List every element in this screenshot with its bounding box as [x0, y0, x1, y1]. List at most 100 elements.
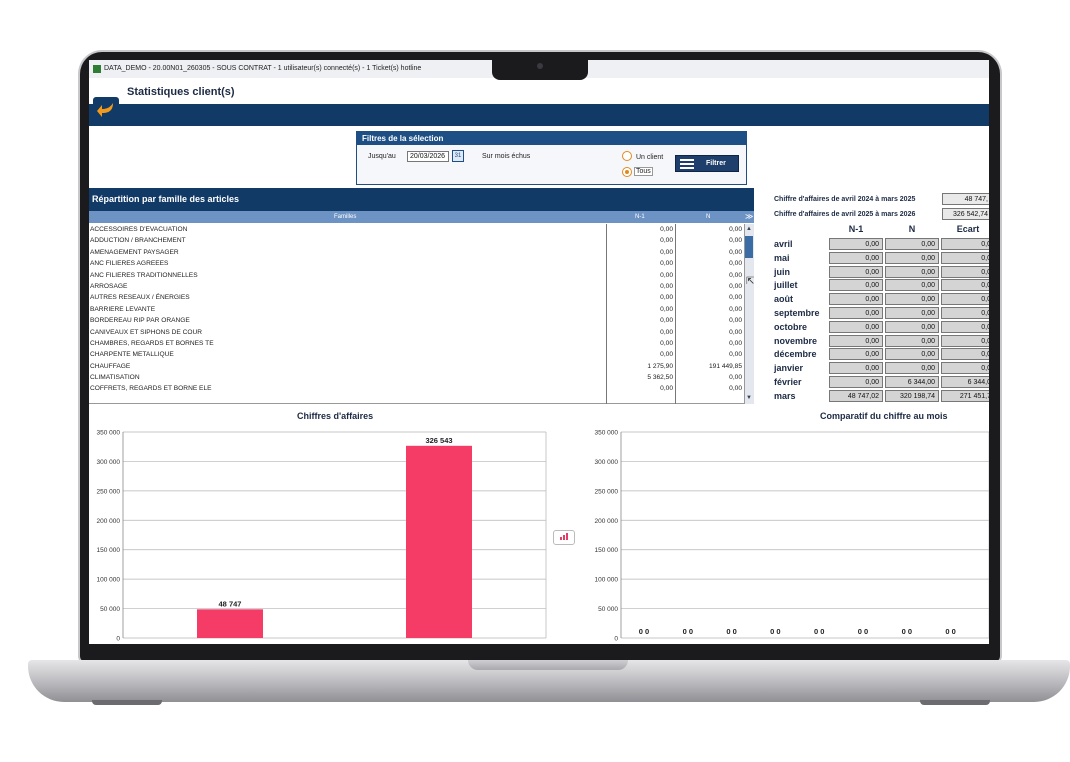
- table-row[interactable]: AUTRES RESEAUX / ÉNERGIES 0,00 0,00: [89, 292, 744, 303]
- family-cur-value: 0,00: [729, 351, 742, 359]
- y-tick-label: 100 000: [97, 577, 121, 584]
- back-button[interactable]: [93, 97, 119, 123]
- y-tick-label: 150 000: [595, 547, 619, 554]
- month-gap-value: 0,0: [941, 362, 989, 375]
- family-cur-value: 0,00: [729, 374, 742, 382]
- month-gap-value: 0,0: [941, 251, 989, 264]
- months-label: Sur mois échus: [482, 153, 531, 160]
- families-title: Répartition par famille des articles: [89, 188, 754, 211]
- revenue-cur-label: Chiffre d'affaires de avril 2025 à mars …: [774, 211, 916, 218]
- col-prev[interactable]: N-1: [635, 214, 645, 220]
- family-prev-value: 0,00: [660, 248, 673, 256]
- table-row[interactable]: ANC FILIERES AGREEES 0,00 0,00: [89, 258, 744, 269]
- table-row[interactable]: CLIMATISATION 5 362,50 0,00: [89, 372, 744, 383]
- table-row[interactable]: COFFRETS, REGARDS ET BORNE ELE 0,00 0,00: [89, 383, 744, 394]
- radio-one-client[interactable]: [622, 151, 632, 161]
- table-row[interactable]: ACCESSOIRES D'EVACUATION 0,00 0,00: [89, 224, 744, 235]
- month-gap-value: 0,0: [941, 334, 989, 347]
- back-arrow-icon: [97, 103, 113, 117]
- scroll-up-icon[interactable]: ▲: [745, 225, 753, 234]
- month-cur-value: 0,00: [885, 251, 939, 264]
- month-gap-value: 0,0: [941, 279, 989, 292]
- revenue-prev-label: Chiffre d'affaires de avril 2024 à mars …: [774, 196, 916, 203]
- col-cur[interactable]: N: [706, 214, 710, 220]
- month-prev-value: 0,00: [829, 320, 883, 333]
- app-screen: DATA_DEMO - 20.00N01_260305 - SOUS CONTR…: [89, 60, 989, 644]
- filters-panel: Filtres de la sélection Jusqu'au 20/03/2…: [356, 131, 747, 185]
- family-name: CANIVEAUX ET SIPHONS DE COUR: [90, 328, 202, 336]
- month-prev-value: 0,00: [829, 348, 883, 361]
- bar-data-label: 48 747: [219, 599, 242, 608]
- family-prev-value: 0,00: [660, 282, 673, 290]
- family-name: CHARPENTE METALLIQUE: [90, 351, 174, 359]
- laptop-foot-left: [92, 700, 162, 705]
- month-gap-value: 0,0: [941, 265, 989, 278]
- camera-notch: [492, 58, 588, 80]
- table-row[interactable]: AMENAGEMENT PAYSAGER 0,00 0,00: [89, 247, 744, 258]
- page-header: Statistiques client(s): [89, 78, 989, 104]
- filter-button[interactable]: Filtrer: [675, 155, 739, 172]
- collapse-icon[interactable]: ≫: [745, 212, 753, 221]
- y-tick-label: 50 000: [100, 606, 120, 613]
- month-cur-value: 0,00: [885, 362, 939, 375]
- scroll-down-icon[interactable]: ▼: [745, 394, 753, 403]
- table-row[interactable]: CHARPENTE METALLIQUE 0,00 0,00: [89, 349, 744, 360]
- month-label: décembre: [774, 349, 817, 360]
- month-cur-value: 0,00: [885, 238, 939, 250]
- family-cur-value: 191 449,85: [708, 362, 742, 370]
- table-row[interactable]: BARRIERE LEVANTE 0,00 0,00: [89, 304, 744, 315]
- family-cur-value: 0,00: [729, 271, 742, 279]
- family-prev-value: 0,00: [660, 226, 673, 233]
- table-row[interactable]: CHAUFFAGE 1 275,90 191 449,85: [89, 361, 744, 372]
- month-prev-value: 0,00: [829, 376, 883, 388]
- month-prev-value: 0,00: [829, 334, 883, 347]
- family-name: ARROSAGE: [90, 282, 128, 290]
- month-cur-value: 6 344,00: [885, 376, 939, 388]
- month-label: octobre: [774, 321, 808, 332]
- table-row[interactable]: CHAMBRES, REGARDS ET BORNES TE 0,00 0,00: [89, 338, 744, 349]
- bar-data-label: 0 0: [770, 627, 780, 636]
- month-gap-value: 0,0: [941, 348, 989, 361]
- month-gap-value: 0,0: [941, 307, 989, 319]
- calendar-icon[interactable]: 31: [452, 150, 464, 162]
- table-row[interactable]: CANIVEAUX ET SIPHONS DE COUR 0,00 0,00: [89, 327, 744, 338]
- family-cur-value: 0,00: [729, 339, 742, 347]
- family-prev-value: 0,00: [660, 317, 673, 325]
- chart-toggle-button[interactable]: [553, 530, 575, 545]
- month-gap-value: 6 344,0: [941, 376, 989, 388]
- month-cur-value: 0,00: [885, 293, 939, 306]
- family-cur-value: 0,00: [729, 282, 742, 290]
- family-name: BARRIERE LEVANTE: [90, 305, 156, 313]
- family-name: ADDUCTION / BRANCHEMENT: [90, 237, 186, 245]
- family-cur-value: 0,00: [729, 226, 742, 233]
- month-label: septembre: [774, 308, 820, 318]
- family-prev-value: 0,00: [660, 351, 673, 359]
- family-cur-value: 0,00: [729, 305, 742, 313]
- month-cur-value: 0,00: [885, 348, 939, 361]
- month-label: juillet: [774, 280, 798, 291]
- y-tick-label: 0: [116, 636, 120, 643]
- family-cur-value: 0,00: [729, 248, 742, 256]
- family-prev-value: 0,00: [660, 294, 673, 302]
- month-cur-value: 0,00: [885, 334, 939, 347]
- bar: [406, 445, 472, 638]
- family-prev-value: 0,00: [660, 305, 673, 313]
- table-row[interactable]: ANC FILIERES TRADITIONNELLES 0,00 0,00: [89, 270, 744, 281]
- table-row[interactable]: ARROSAGE 0,00 0,00: [89, 281, 744, 292]
- laptop-foot-right: [920, 700, 990, 705]
- month-label: août: [774, 294, 793, 305]
- table-row[interactable]: BORDEREAU RIP PAR ORANGE 0,00 0,00: [89, 315, 744, 326]
- month-label: mai: [774, 252, 790, 263]
- bar-data-label: 0 0: [814, 627, 824, 636]
- family-cur-value: 0,00: [729, 385, 742, 393]
- date-input[interactable]: 20/03/2026: [407, 151, 449, 162]
- bar-data-label: 0 0: [945, 627, 955, 636]
- app-icon: [93, 65, 101, 73]
- sliders-icon: [680, 159, 694, 169]
- radio-all-clients[interactable]: [622, 167, 632, 177]
- mouse-cursor-icon: ⇱: [746, 276, 755, 287]
- col-families[interactable]: Familles: [334, 214, 356, 220]
- table-row[interactable]: ADDUCTION / BRANCHEMENT 0,00 0,00: [89, 235, 744, 246]
- scroll-thumb[interactable]: [745, 236, 753, 258]
- month-label: janvier: [774, 363, 804, 374]
